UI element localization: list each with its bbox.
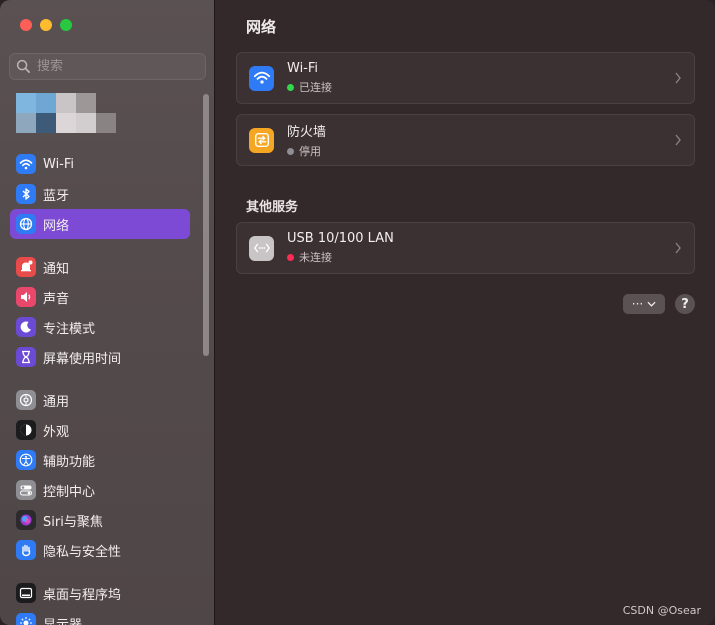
sidebar-item-display[interactable]: 显示器 xyxy=(10,608,190,625)
sidebar: Wi-Fi 蓝牙网络通知声音专注模式屏幕使用时间通用外观辅助功能控制中心 Siri与… xyxy=(0,0,215,625)
usb-lan-status-dot xyxy=(287,253,294,261)
sidebar-item-label: 辅助功能 xyxy=(43,454,96,470)
firewall-status-dot xyxy=(287,147,294,155)
window-controls xyxy=(20,19,72,31)
sidebar-item-label: 蓝牙 xyxy=(43,188,70,204)
chevron-right-icon xyxy=(675,242,681,254)
sidebar-item-appearance[interactable]: 外观 xyxy=(10,415,190,445)
usb-lan-title: USB 10/100 LAN xyxy=(287,231,394,246)
avatar[interactable] xyxy=(16,93,116,133)
globe-icon xyxy=(16,214,36,234)
sidebar-item-label: 专注模式 xyxy=(43,321,96,337)
search-input[interactable] xyxy=(37,59,197,74)
settings-window: Wi-Fi蓝牙网络通知声音专注模式屏幕使用时间通用外观辅助功能控制中心Siri与… xyxy=(0,0,715,625)
accessibility-icon xyxy=(16,450,36,470)
sidebar-item-label: 通用 xyxy=(43,394,70,410)
firewall-title: 防火墙 xyxy=(287,125,327,140)
search-field[interactable] xyxy=(9,53,206,80)
sidebar-item-label: 桌面与程序坞 xyxy=(43,587,122,603)
zoom-button[interactable] xyxy=(60,19,72,31)
sidebar-item-accessibility[interactable]: 辅助功能 xyxy=(10,445,190,475)
sidebar-item-focus[interactable]: 专注模式 xyxy=(10,312,190,342)
more-actions-button[interactable]: ··· xyxy=(623,294,665,314)
sidebar-item-network[interactable]: 网络 xyxy=(10,209,190,239)
wifi-title: Wi-Fi xyxy=(287,61,319,76)
sidebar-item-bluetooth[interactable]: 蓝牙 xyxy=(10,179,190,209)
sidebar-item-general[interactable]: 通用 xyxy=(10,385,190,415)
dock-icon xyxy=(16,583,36,603)
more-label: ··· xyxy=(631,297,644,311)
sidebar-group: Wi-Fi 蓝牙网络 xyxy=(10,149,190,239)
chevron-right-icon xyxy=(675,72,681,84)
sidebar-item-label: 控制中心 xyxy=(43,484,96,500)
other-services-heading: 其他服务 xyxy=(246,200,299,215)
firewall-status: 停用 xyxy=(299,145,321,158)
sidebar-item-privacy[interactable]: 隐私与安全性 xyxy=(10,535,190,565)
chevron-down-icon xyxy=(647,301,656,307)
moon-icon xyxy=(16,317,36,337)
sidebar-item-label: 网络 xyxy=(43,218,70,234)
close-button[interactable] xyxy=(20,19,32,31)
wifi-service-row[interactable]: Wi-Fi 已连接 xyxy=(236,52,695,104)
usb-lan-status: 未连接 xyxy=(299,251,332,264)
wifi-status-dot xyxy=(287,83,294,91)
help-button[interactable]: ? xyxy=(675,294,695,314)
sidebar-item-screentime[interactable]: 屏幕使用时间 xyxy=(10,342,190,372)
watermark: CSDN @Osear xyxy=(622,604,701,617)
sidebar-item-wifi[interactable]: Wi-Fi xyxy=(10,149,190,179)
sidebar-item-label: 外观 xyxy=(43,424,70,440)
sidebar-group: 通用外观辅助功能控制中心 Siri与聚焦隐私与安全性 xyxy=(10,385,190,565)
bell-icon xyxy=(16,257,36,277)
sidebar-item-label: 显示器 xyxy=(43,617,83,625)
sidebar-item-label: Wi-Fi xyxy=(43,156,75,172)
wifi-icon xyxy=(16,154,36,174)
sidebar-item-control[interactable]: 控制中心 xyxy=(10,475,190,505)
page-title: 网络 xyxy=(246,18,277,36)
speaker-icon xyxy=(16,287,36,307)
firewall-row[interactable]: 防火墙 停用 xyxy=(236,114,695,166)
chevron-right-icon xyxy=(675,134,681,146)
sidebar-group: 桌面与程序坞 显示器 xyxy=(10,578,190,625)
sidebar-item-label: 通知 xyxy=(43,261,70,277)
sun-icon xyxy=(16,613,36,625)
search-icon xyxy=(16,59,30,73)
main-pane: 网络 Wi-Fi 已连接 防火墙 停用 其他服务 USB 10/100 LAN … xyxy=(216,0,715,625)
sidebar-item-label: Siri与聚焦 xyxy=(43,514,103,530)
ethernet-icon xyxy=(249,235,274,261)
minimize-button[interactable] xyxy=(40,19,52,31)
hourglass-icon xyxy=(16,347,36,367)
sidebar-item-siri[interactable]: Siri与聚焦 xyxy=(10,505,190,535)
hand-icon xyxy=(16,540,36,560)
sidebar-item-label: 声音 xyxy=(43,291,70,307)
sidebar-item-label: 屏幕使用时间 xyxy=(43,351,122,367)
siri-icon xyxy=(16,510,36,530)
gear-icon xyxy=(16,390,36,410)
toggles-icon xyxy=(16,480,36,500)
sidebar-scrollbar[interactable] xyxy=(203,94,209,356)
sidebar-item-label: 隐私与安全性 xyxy=(43,544,122,560)
sidebar-item-notifications[interactable]: 通知 xyxy=(10,252,190,282)
usb-lan-row[interactable]: USB 10/100 LAN 未连接 xyxy=(236,222,695,274)
sidebar-item-sound[interactable]: 声音 xyxy=(10,282,190,312)
firewall-icon xyxy=(249,127,274,153)
appearance-icon xyxy=(16,420,36,440)
bluetooth-icon xyxy=(16,184,36,204)
wifi-icon xyxy=(249,65,274,91)
sidebar-group: 通知声音专注模式屏幕使用时间 xyxy=(10,252,190,372)
wifi-status: 已连接 xyxy=(299,81,332,94)
sidebar-item-desktop[interactable]: 桌面与程序坞 xyxy=(10,578,190,608)
